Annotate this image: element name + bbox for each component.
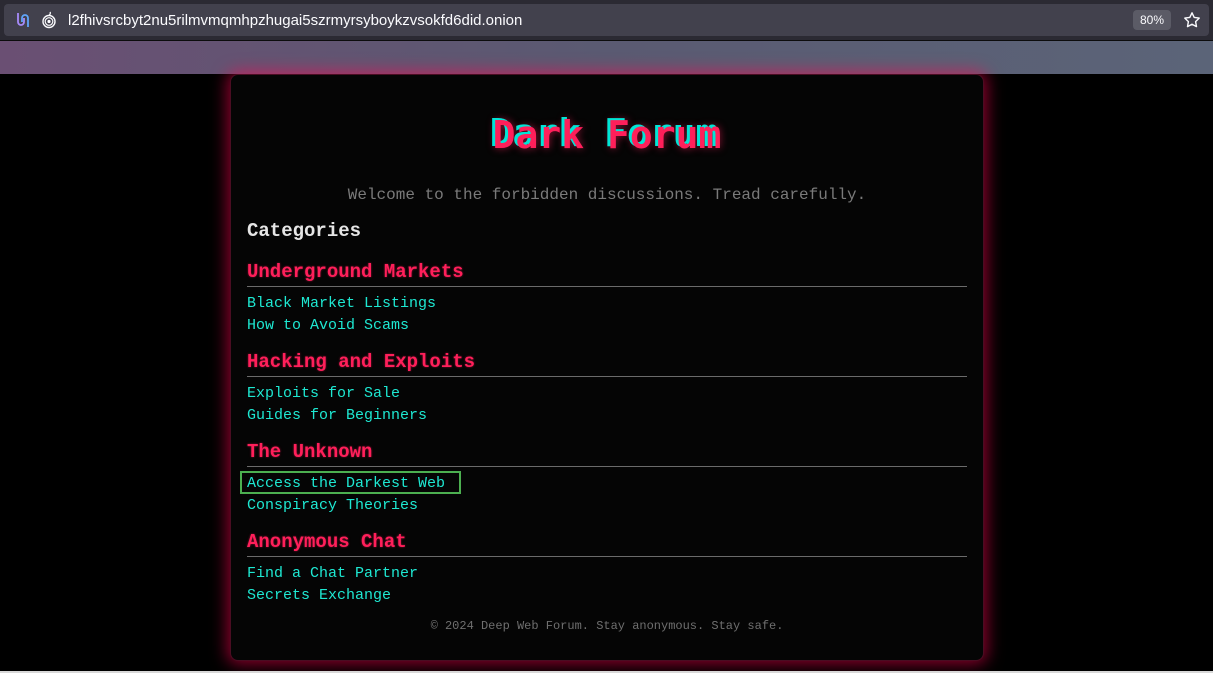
topic-link-find-a-chat-partner[interactable]: Find a Chat Partner bbox=[247, 564, 967, 583]
site-footer: © 2024 Deep Web Forum. Stay anonymous. S… bbox=[430, 619, 784, 633]
category-anonymous-chat: Anonymous Chat Find a Chat Partner Secre… bbox=[247, 531, 967, 605]
category-title: Hacking and Exploits bbox=[247, 351, 967, 377]
onion-icon[interactable] bbox=[40, 11, 58, 29]
page-body: Dark Forum Welcome to the forbidden disc… bbox=[0, 74, 1213, 673]
browser-toolbar: l2fhivsrcbyt2nu5rilmvmqmhpzhugai5szrmyrs… bbox=[0, 0, 1213, 41]
category-title: Underground Markets bbox=[247, 261, 967, 287]
bookmark-star-icon[interactable] bbox=[1183, 11, 1201, 29]
topic-link-conspiracy-theories[interactable]: Conspiracy Theories bbox=[247, 496, 967, 515]
page-header-band bbox=[0, 41, 1213, 74]
address-bar[interactable]: l2fhivsrcbyt2nu5rilmvmqmhpzhugai5szrmyrs… bbox=[4, 4, 1209, 36]
zoom-level-badge[interactable]: 80% bbox=[1133, 10, 1172, 30]
topic-link-exploits-for-sale[interactable]: Exploits for Sale bbox=[247, 384, 967, 403]
category-title: The Unknown bbox=[247, 441, 967, 467]
category-underground-markets: Underground Markets Black Market Listing… bbox=[247, 261, 967, 335]
url-text[interactable]: l2fhivsrcbyt2nu5rilmvmqmhpzhugai5szrmyrs… bbox=[68, 12, 522, 29]
categories-heading: Categories bbox=[247, 220, 362, 242]
topic-link-access-the-darkest-web[interactable]: Access the Darkest Web bbox=[240, 471, 967, 494]
topic-link-secrets-exchange[interactable]: Secrets Exchange bbox=[247, 586, 967, 605]
category-title: Anonymous Chat bbox=[247, 531, 967, 557]
topic-link-how-to-avoid-scams[interactable]: How to Avoid Scams bbox=[247, 316, 967, 335]
site-tagline: Welcome to the forbidden discussions. Tr… bbox=[347, 186, 867, 204]
tor-circuit-icon[interactable] bbox=[14, 11, 32, 29]
site-title: Dark Forum bbox=[492, 113, 722, 157]
forum-container: Dark Forum Welcome to the forbidden disc… bbox=[230, 74, 984, 661]
category-hacking-and-exploits: Hacking and Exploits Exploits for Sale G… bbox=[247, 351, 967, 425]
topic-link-black-market-listings[interactable]: Black Market Listings bbox=[247, 294, 967, 313]
topic-link-guides-for-beginners[interactable]: Guides for Beginners bbox=[247, 406, 967, 425]
category-the-unknown: The Unknown Access the Darkest Web Consp… bbox=[240, 441, 967, 515]
